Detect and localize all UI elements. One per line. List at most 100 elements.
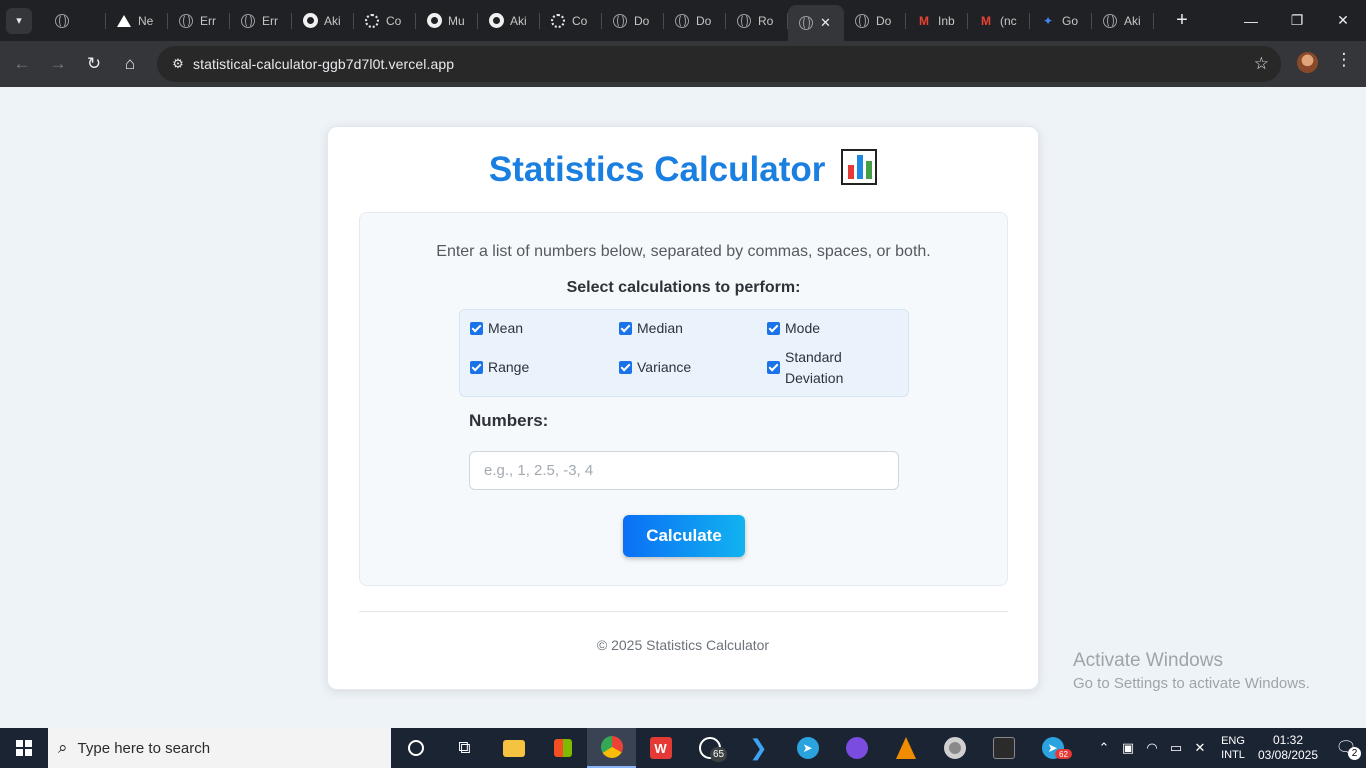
taskbar-search[interactable]: ⌕ Type here to search [48, 728, 391, 768]
vlc-button[interactable] [881, 728, 930, 768]
select-calculations-heading: Select calculations to perform: [566, 279, 801, 296]
browser-tab[interactable]: M Inb [906, 0, 968, 41]
option-mode[interactable]: Mode [767, 318, 820, 339]
telegram-button[interactable]: ➤ [783, 728, 832, 768]
checkbox-mode[interactable] [767, 322, 780, 335]
browser-tab[interactable]: Co [540, 0, 602, 41]
browser-tab[interactable]: M (nc [968, 0, 1030, 41]
tab-title: Aki [1124, 13, 1141, 28]
restore-icon[interactable]: ❐ [1274, 0, 1320, 41]
checkbox-variance[interactable] [619, 361, 632, 374]
reload-icon: ↻ [86, 54, 102, 73]
checkbox-range[interactable] [470, 361, 483, 374]
openai-icon [550, 13, 566, 29]
folder-icon [502, 739, 525, 757]
close-tab-icon[interactable]: ✕ [820, 15, 831, 31]
wifi-icon[interactable]: ◠ [1140, 740, 1164, 756]
language-indicator[interactable]: ENG INTL [1216, 734, 1250, 762]
notification-count: 2 [1348, 747, 1361, 760]
option-variance[interactable]: Variance [619, 357, 691, 378]
clock-time: 01:32 [1272, 733, 1304, 747]
telegram-badge: 62 [1055, 749, 1072, 759]
browser-tab[interactable]: Ne [106, 0, 168, 41]
task-view-button[interactable]: ⧉ [440, 728, 489, 768]
browser-menu-icon[interactable]: ⋮ [1334, 50, 1354, 74]
media-player-button[interactable] [930, 728, 979, 768]
wps-button[interactable]: W [636, 728, 685, 768]
terminal-button[interactable] [979, 728, 1028, 768]
browser-tab[interactable]: Err [230, 0, 292, 41]
volume-muted-icon[interactable]: ✕ [1188, 740, 1212, 756]
browser-tab[interactable]: Ro [726, 0, 788, 41]
vlc-icon [895, 737, 916, 759]
calculator-panel: Enter a list of numbers below, separated… [359, 212, 1008, 586]
bookmark-star-icon[interactable]: ☆ [1254, 54, 1269, 74]
taskbar-apps: ⧉ W 65 ❯ ➤ ➤ 62 [391, 728, 1077, 768]
chevron-up-icon[interactable]: ⌃ [1092, 740, 1116, 756]
option-range[interactable]: Range [470, 357, 529, 378]
back-button[interactable]: ← [4, 46, 40, 82]
wps-icon: W [649, 737, 672, 759]
profile-avatar[interactable] [1297, 52, 1318, 73]
notification-center-button[interactable]: 🗨 2 [1326, 728, 1366, 768]
minimize-icon[interactable]: — [1228, 0, 1274, 41]
footer-text: © 2025 Statistics Calculator [596, 637, 770, 653]
tab-title: Mu [448, 13, 465, 28]
battery-icon[interactable]: ▭ [1164, 740, 1188, 756]
github-icon [426, 13, 442, 29]
tab-search-button[interactable]: ▾ [6, 7, 32, 34]
github-icon [302, 13, 318, 29]
address-bar[interactable]: ⚙ statistical-calculator-ggb7d7l0t.verce… [157, 46, 1281, 82]
cortana-button[interactable] [391, 728, 440, 768]
calculate-button[interactable]: Calculate [623, 515, 745, 557]
browser-tab[interactable]: Do [844, 0, 906, 41]
browser-tab[interactable]: Aki [1092, 0, 1154, 41]
checkbox-median[interactable] [619, 322, 632, 335]
whatsapp-button[interactable]: 65 [685, 728, 734, 768]
telegram-second-button[interactable]: ➤ 62 [1028, 728, 1077, 768]
windows-taskbar: ⌕ Type here to search ⧉ W 65 ❯ ➤ ➤ 62 ⌃ ▣… [0, 728, 1366, 768]
reload-button[interactable]: ↻ [76, 46, 112, 82]
globe-icon [54, 13, 70, 29]
arrow-right-icon: → [49, 54, 67, 73]
tab-title: Go [1062, 13, 1079, 28]
chrome-button[interactable] [587, 728, 636, 768]
option-label: Median [637, 320, 683, 336]
task-view-icon: ⧉ [458, 738, 471, 757]
taskbar-search-placeholder: Type here to search [77, 739, 211, 757]
home-button[interactable]: ⌂ [112, 46, 148, 82]
browser-tab[interactable]: Aki [478, 0, 540, 41]
start-button[interactable] [0, 728, 48, 768]
tab-title: Do [634, 13, 650, 28]
option-standard-deviation[interactable]: Standard Deviation [767, 347, 877, 389]
browser-tab[interactable] [44, 0, 106, 41]
vscode-icon: ❯ [749, 735, 768, 760]
url-text[interactable]: statistical-calculator-ggb7d7l0t.vercel.… [193, 56, 454, 72]
browser-tab[interactable]: Do [664, 0, 726, 41]
close-window-icon[interactable]: ✕ [1320, 0, 1366, 41]
browser-tab[interactable]: Aki [292, 0, 354, 41]
numbers-input[interactable] [469, 451, 899, 490]
site-settings-icon[interactable]: ⚙ [163, 56, 193, 72]
browser-tab[interactable]: Mu [416, 0, 478, 41]
forward-button[interactable]: → [40, 46, 76, 82]
browser-tab[interactable]: Co [354, 0, 416, 41]
github-desktop-button[interactable] [832, 728, 881, 768]
vscode-button[interactable]: ❯ [734, 728, 783, 768]
tab-title: Err [262, 13, 278, 28]
option-mean[interactable]: Mean [470, 318, 523, 339]
new-tab-button[interactable]: + [1168, 7, 1196, 35]
security-icon[interactable]: ▣ [1116, 740, 1140, 756]
file-explorer-button[interactable] [489, 728, 538, 768]
option-median[interactable]: Median [619, 318, 683, 339]
store-button[interactable] [538, 728, 587, 768]
browser-tab[interactable]: ✦ Go [1030, 0, 1092, 41]
store-icon [553, 739, 572, 757]
tab-list: Ne Err Err Aki Co Mu Aki Co Do Do Ro ✕ D… [44, 0, 1154, 41]
checkbox-standard-deviation[interactable] [767, 361, 780, 374]
clock[interactable]: 01:32 03/08/2025 [1250, 733, 1326, 763]
checkbox-mean[interactable] [470, 322, 483, 335]
browser-tab[interactable]: Err [168, 0, 230, 41]
browser-tab[interactable]: Do [602, 0, 664, 41]
browser-tab-active[interactable]: ✕ [788, 5, 844, 41]
